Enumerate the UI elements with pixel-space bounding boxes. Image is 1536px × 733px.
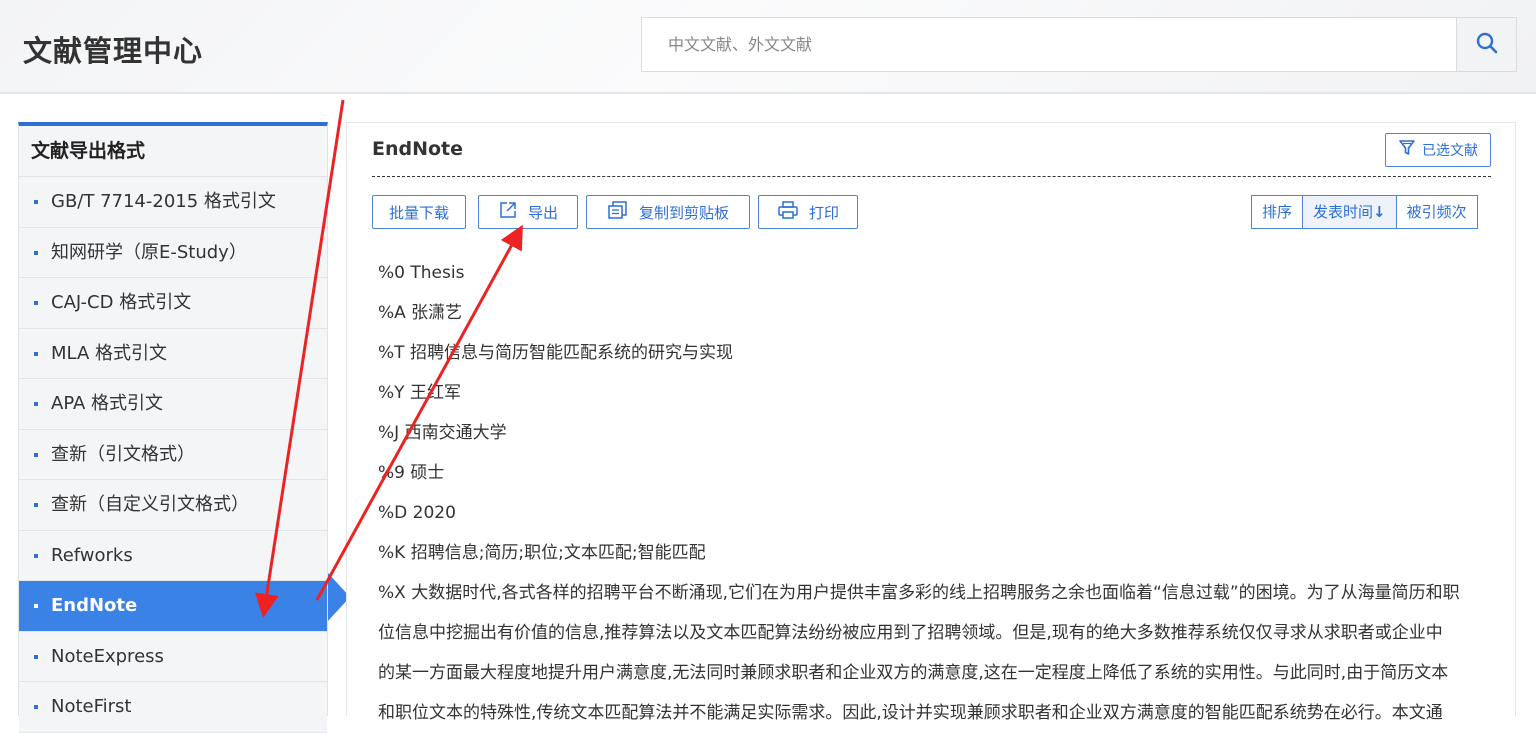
arrow-down-icon: ↓: [1373, 203, 1386, 221]
record-keywords: %K 招聘信息;简历;职位;文本匹配;智能匹配: [378, 543, 706, 563]
sidebar-item-estudy[interactable]: 知网研学（原E-Study）: [19, 227, 327, 278]
record-abstract-line: 的某一方面最大程度地提升用户满意度,无法同时兼顾求职者和企业双方的满意度,这在一…: [378, 663, 1449, 683]
sidebar-item-label: GB/T 7714-2015 格式引文: [51, 191, 276, 212]
record-abstract-line: %X 大数据时代,各式各样的招聘平台不断涌现,它们在为用户提供丰富多彩的线上招聘…: [378, 583, 1460, 603]
sidebar-item-label: EndNote: [51, 595, 138, 616]
sidebar-item-label: 知网研学（原E-Study）: [51, 241, 247, 263]
sidebar-item-gbt7714[interactable]: GB/T 7714-2015 格式引文: [19, 177, 327, 228]
bullet-icon: [34, 200, 38, 204]
sidebar-item-label: NoteExpress: [51, 645, 164, 667]
sidebar-item-label: 查新（自定义引文格式）: [51, 494, 249, 515]
bullet-icon: [34, 250, 38, 255]
record-type: %0 Thesis: [378, 263, 465, 283]
batch-download-button[interactable]: 批量下载: [372, 195, 466, 229]
top-header: 文献管理中心: [0, 0, 1536, 94]
endnote-record: %0 Thesis %A 张潇艺 %T 招聘信息与简历智能匹配系统的研究与实现 …: [378, 253, 1488, 733]
record-abstract-line: 和职位文本的特殊性,传统文本匹配算法并不能满足实际需求。因此,设计并实现兼顾求职…: [378, 703, 1443, 723]
bullet-icon: [34, 351, 38, 356]
search-box: [641, 17, 1517, 72]
export-format-sidebar: 文献导出格式 GB/T 7714-2015 格式引文 知网研学（原E-Study…: [18, 122, 328, 733]
copy-to-clipboard-button[interactable]: 复制到剪贴板: [586, 195, 750, 229]
record-abstract-line: 位信息中挖掘出有价值的信息,推荐算法以及文本匹配算法纷纷被应用到了招聘领域。但是…: [378, 623, 1443, 643]
bullet-icon: [34, 452, 38, 457]
sidebar-item-endnote[interactable]: EndNote: [19, 581, 327, 632]
sidebar-item-apa[interactable]: APA 格式引文: [19, 379, 327, 430]
search-icon: [1475, 31, 1499, 59]
sort-by-date-label: 发表时间: [1313, 203, 1374, 221]
copy-icon: [607, 200, 629, 224]
sidebar-item-mla[interactable]: MLA 格式引文: [19, 328, 327, 379]
bullet-icon: [34, 705, 38, 709]
sidebar-item-refworks[interactable]: Refworks: [19, 530, 327, 581]
bullet-icon: [34, 654, 38, 659]
page-title: EndNote: [372, 138, 464, 160]
sort-by-citations-button[interactable]: 被引频次: [1395, 196, 1477, 228]
bullet-icon: [34, 503, 38, 507]
export-button[interactable]: 导出: [478, 195, 578, 229]
sidebar-item-label: NoteFirst: [51, 696, 132, 717]
print-button[interactable]: 打印: [758, 195, 858, 229]
bullet-icon: [34, 301, 38, 305]
sidebar-item-noteexpress[interactable]: NoteExpress: [19, 631, 327, 682]
bullet-icon: [34, 553, 38, 558]
batch-download-label: 批量下载: [388, 203, 449, 222]
sidebar-item-novelty-citation[interactable]: 查新（引文格式）: [19, 429, 327, 480]
selected-literature-label: 已选文献: [1422, 143, 1478, 159]
sidebar-item-label: CAJ-CD 格式引文: [51, 292, 192, 313]
sidebar-item-label: 查新（引文格式）: [51, 443, 195, 465]
record-advisor: %Y 王红军: [378, 383, 461, 403]
sidebar-item-cajcd[interactable]: CAJ-CD 格式引文: [19, 278, 327, 329]
main-panel: EndNote 已选文献 批量下载 导出 复制到剪贴板 打印 排序 发表时间↓ …: [346, 122, 1516, 723]
sort-by-date-button[interactable]: 发表时间↓: [1302, 196, 1396, 228]
record-author: %A 张潇艺: [378, 303, 463, 323]
sidebar-item-novelty-custom[interactable]: 查新（自定义引文格式）: [19, 480, 327, 531]
sidebar-item-label: APA 格式引文: [51, 393, 164, 414]
sort-label: 排序: [1252, 196, 1303, 228]
bullet-icon: [34, 604, 38, 608]
sort-controls: 排序 发表时间↓ 被引频次: [1251, 195, 1478, 229]
export-icon: [498, 200, 518, 224]
title-divider: [372, 176, 1491, 177]
search-input[interactable]: [642, 18, 1457, 71]
bullet-icon: [34, 402, 38, 406]
filter-icon: [1398, 139, 1416, 161]
printer-icon: [777, 200, 799, 224]
search-button[interactable]: [1456, 18, 1516, 71]
copy-to-clipboard-label: 复制到剪贴板: [638, 203, 729, 222]
record-degree: %9 硕士: [378, 463, 445, 483]
export-label: 导出: [527, 203, 558, 222]
app-title: 文献管理中心: [23, 34, 204, 68]
selected-literature-button[interactable]: 已选文献: [1385, 133, 1491, 167]
sidebar-item-label: MLA 格式引文: [51, 342, 168, 364]
record-title: %T 招聘信息与简历智能匹配系统的研究与实现: [378, 343, 733, 363]
record-year: %D 2020: [378, 503, 456, 523]
sidebar-item-label: Refworks: [51, 544, 133, 566]
sidebar-title: 文献导出格式: [19, 126, 327, 177]
sidebar-item-notefirst[interactable]: NoteFirst: [19, 682, 327, 733]
record-school: %J 西南交通大学: [378, 423, 507, 443]
print-label: 打印: [808, 203, 839, 222]
